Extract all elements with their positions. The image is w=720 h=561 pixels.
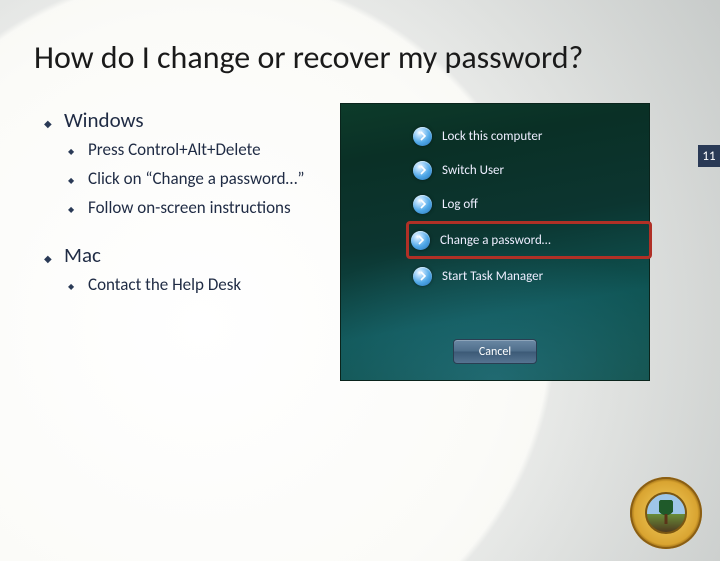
arrow-icon <box>413 127 432 146</box>
mac-heading: Mac <box>44 242 340 268</box>
win-menu-label: Switch User <box>442 163 504 178</box>
tree-icon <box>659 500 673 522</box>
win-menu-switch-user: Switch User <box>413 156 649 184</box>
arrow-icon <box>413 161 432 180</box>
list-item: Click on “Change a password…” <box>68 168 340 191</box>
cancel-button: Cancel <box>453 339 537 364</box>
windows-security-panel: Lock this computer Switch User Log off <box>340 103 650 381</box>
slide: How do I change or recover my password? … <box>0 21 720 561</box>
page-title: How do I change or recover my password? <box>0 21 720 77</box>
win-menu-lock: Lock this computer <box>413 122 649 150</box>
page-number-badge: 11 <box>698 145 720 167</box>
arrow-icon <box>413 195 432 214</box>
seal-scene <box>645 492 687 534</box>
text-column: Windows Press Control+Alt+Delete Click o… <box>0 99 340 381</box>
arrow-icon <box>413 267 432 286</box>
windows-heading: Windows <box>44 107 340 133</box>
list-item: Contact the Help Desk <box>68 274 340 297</box>
arrow-icon <box>411 231 430 250</box>
win-menu-label: Log off <box>442 197 478 212</box>
win-menu-label: Change a password… <box>440 233 551 248</box>
win-menu-label: Lock this computer <box>442 129 542 144</box>
list-item: Press Control+Alt+Delete <box>68 139 340 162</box>
win-menu-change-password: Change a password… <box>409 224 649 256</box>
win-menu-label: Start Task Manager <box>442 269 543 284</box>
win-menu-task-manager: Start Task Manager <box>413 262 649 290</box>
seal-ring <box>630 477 702 549</box>
screenshot-column: Lock this computer Switch User Log off <box>340 99 720 381</box>
org-seal-logo <box>630 477 702 549</box>
list-item: Follow on-screen instructions <box>68 197 340 220</box>
content-row: Windows Press Control+Alt+Delete Click o… <box>0 99 720 381</box>
win-menu-log-off: Log off <box>413 190 649 218</box>
